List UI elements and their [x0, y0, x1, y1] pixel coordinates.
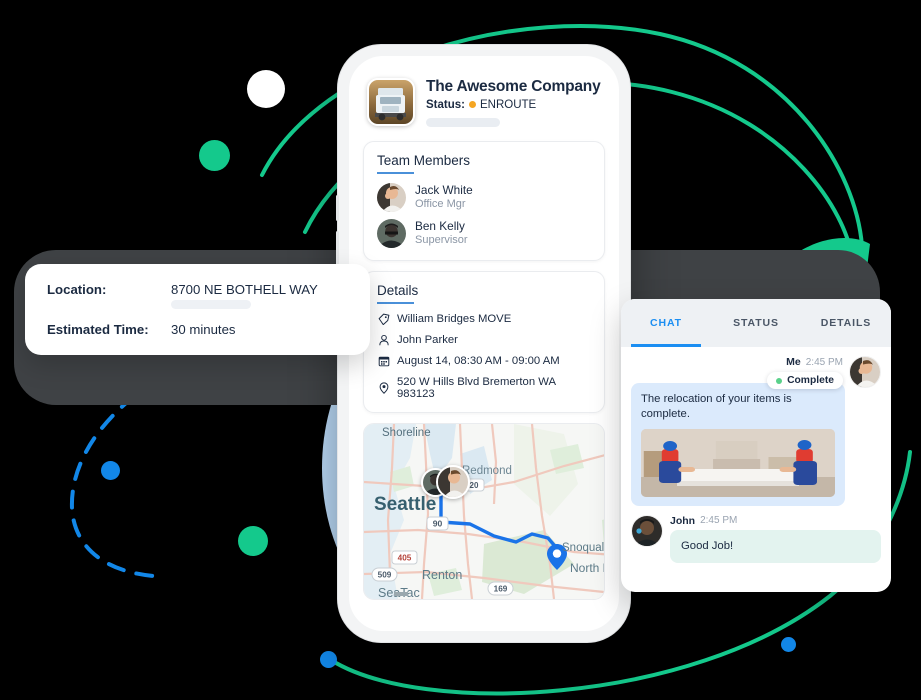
- green-circle-mid: [238, 526, 268, 556]
- status-label: Status:: [426, 98, 465, 111]
- location-value: 8700 NE BOTHELL WAY: [171, 282, 318, 297]
- calendar-icon: [377, 355, 390, 368]
- person-icon: [377, 334, 390, 347]
- badge-label: Complete: [787, 375, 834, 386]
- white-circle: [247, 70, 285, 108]
- location-summary-card: Location: 8700 NE BOTHELL WAY Estimated …: [25, 264, 370, 355]
- phone-volume-up: [336, 195, 339, 221]
- blue-dot-arc: [101, 461, 120, 480]
- team-member-row[interactable]: Jack White Office Mgr: [377, 182, 591, 212]
- chat-panel: CHAT STATUS DETAILS Me 2:45 PM Complete …: [621, 299, 891, 592]
- job-header: The Awesome Company Status: ENROUTE: [363, 68, 605, 141]
- title-underline: [377, 301, 414, 304]
- tab-details[interactable]: DETAILS: [801, 299, 891, 347]
- tab-label: DETAILS: [820, 317, 872, 329]
- dashed-blue-arc: [69, 378, 160, 578]
- canvas: The Awesome Company Status: ENROUTE Team…: [0, 0, 921, 700]
- detail-row-job: William Bridges MOVE: [377, 313, 591, 326]
- detail-text: John Parker: [397, 334, 458, 347]
- avatar: [377, 182, 406, 212]
- member-role: Supervisor: [415, 233, 468, 246]
- svg-text:Renton: Renton: [422, 568, 462, 582]
- details-card: Details William Bridges MOVE John Parker: [363, 270, 605, 413]
- detail-row-address: 520 W Hills Blvd Bremerton WA 983123: [377, 376, 591, 400]
- eta-value: 30 minutes: [171, 322, 236, 337]
- member-name: Jack White: [415, 183, 473, 198]
- avatar: [377, 218, 406, 248]
- truck-photo-icon: [367, 78, 415, 126]
- badge-dot-icon: [776, 377, 783, 384]
- avatar: [849, 356, 881, 388]
- company-name: The Awesome Company: [426, 78, 601, 95]
- team-members-title: Team Members: [377, 152, 471, 168]
- svg-text:20: 20: [470, 481, 479, 490]
- svg-text:509: 509: [378, 570, 392, 579]
- team-member-row[interactable]: Ben Kelly Supervisor: [377, 218, 591, 248]
- header-skeleton-bar: [426, 117, 500, 127]
- detail-row-person: John Parker: [377, 334, 591, 347]
- location-label: Location:: [47, 282, 107, 297]
- chat-message-outgoing: Me 2:45 PM Complete The relocation of yo…: [631, 356, 881, 506]
- svg-text:Shoreline: Shoreline: [382, 427, 431, 439]
- member-name: Ben Kelly: [415, 219, 465, 234]
- status-badge: Complete: [767, 372, 843, 389]
- tag-icon: [377, 313, 390, 326]
- message-meta: Me 2:45 PM: [631, 356, 843, 368]
- svg-text:405: 405: [398, 553, 412, 562]
- message-bubble-incoming: Good Job!: [670, 529, 881, 563]
- detail-row-date: August 14, 08:30 AM - 09:00 AM: [377, 355, 591, 368]
- svg-text:Seattle: Seattle: [374, 494, 436, 515]
- message-author: John: [670, 514, 696, 527]
- phone-screen: The Awesome Company Status: ENROUTE Team…: [349, 56, 619, 631]
- message-image[interactable]: [641, 428, 835, 497]
- phone-mockup: The Awesome Company Status: ENROUTE Team…: [336, 44, 631, 643]
- svg-text:North B: North B: [570, 561, 605, 575]
- detail-text: August 14, 08:30 AM - 09:00 AM: [397, 355, 560, 368]
- message-bubble-outgoing: The relocation of your items is complete…: [631, 383, 845, 506]
- svg-text:Snoqualmi: Snoqualmi: [562, 542, 605, 554]
- tab-chat[interactable]: CHAT: [621, 299, 711, 347]
- message-author: Me: [786, 356, 801, 368]
- team-members-card: Team Members Jack White Office Mgr Ben K…: [363, 140, 605, 261]
- blue-dot-right: [781, 637, 796, 652]
- svg-text:90: 90: [433, 518, 443, 528]
- status-dot-icon: [468, 101, 476, 109]
- eta-label: Estimated Time:: [47, 322, 149, 337]
- message-time: 2:45 PM: [805, 356, 843, 368]
- status-value: ENROUTE: [479, 98, 537, 111]
- chat-tabs: CHAT STATUS DETAILS: [621, 299, 891, 347]
- green-circle-small: [199, 140, 230, 171]
- tab-label: STATUS: [733, 317, 779, 329]
- map-marker-avatar[interactable]: [436, 464, 470, 499]
- detail-text: 520 W Hills Blvd Bremerton WA 983123: [397, 375, 556, 400]
- message-text: The relocation of your items is complete…: [641, 393, 792, 420]
- blue-dot-bottom: [320, 651, 337, 668]
- detail-text: William Bridges MOVE: [397, 313, 512, 326]
- app-scroll-area[interactable]: The Awesome Company Status: ENROUTE Team…: [349, 56, 619, 631]
- pin-icon: [377, 381, 390, 394]
- status-row: Status: ENROUTE: [426, 99, 601, 111]
- chat-message-incoming: John 2:45 PM Good Job!: [631, 514, 881, 563]
- member-role: Office Mgr: [415, 197, 466, 210]
- message-meta: John 2:45 PM: [670, 515, 881, 527]
- message-time: 2:45 PM: [700, 515, 738, 527]
- tab-status[interactable]: STATUS: [711, 299, 801, 347]
- svg-text:169: 169: [494, 584, 508, 593]
- title-underline: [377, 171, 414, 174]
- chat-message-list[interactable]: Me 2:45 PM Complete The relocation of yo…: [621, 347, 891, 572]
- svg-text:Redmond: Redmond: [462, 465, 512, 477]
- avatar: [631, 514, 663, 547]
- route-map[interactable]: 90 405 509 169 20 Shoreline Redmond Seat…: [363, 422, 605, 600]
- message-text: Good Job!: [681, 539, 734, 552]
- location-skeleton-bar: [171, 300, 251, 309]
- tab-label: CHAT: [650, 317, 682, 329]
- details-title: Details: [377, 282, 419, 298]
